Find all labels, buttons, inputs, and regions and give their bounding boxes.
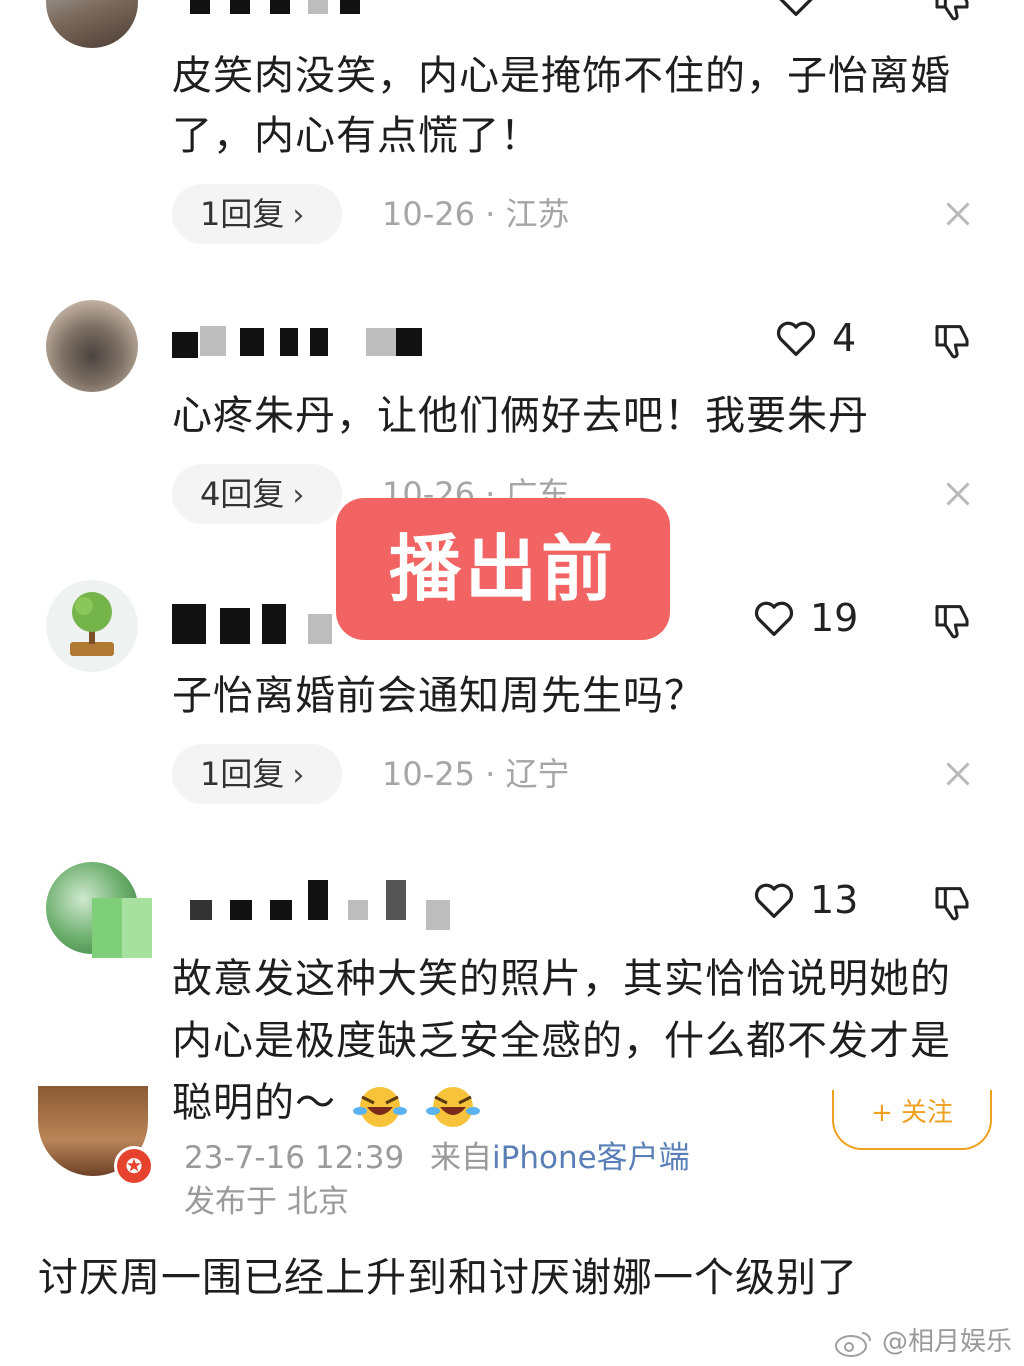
post-source-link[interactable]: iPhone客户端 [492,1140,690,1176]
comment-text: 子怡离婚前会通知周先生吗？ [172,673,705,719]
post-from-prefix: 来自 [430,1140,493,1176]
reply-label: 1回复 [200,195,285,233]
close-icon[interactable] [940,196,976,232]
heart-icon[interactable] [752,880,796,920]
reply-button[interactable]: 1回复 › [172,184,342,244]
reply-label: 1回复 [200,755,285,793]
heart-icon[interactable] [774,0,818,18]
heart-icon[interactable] [774,318,818,358]
weibo-logo [834,1331,871,1357]
masked-username [172,322,432,362]
like-count: 4 [832,316,857,360]
comment-text: 皮笑肉没笑，内心是掩饰不住的，子怡离婚了，内心有点慌了！ [172,53,951,159]
comment-text: 心疼朱丹，让他们俩好去吧！我要朱丹 [172,393,869,439]
heart-icon[interactable] [752,598,796,638]
close-icon[interactable] [940,756,976,792]
post-location: 发布于 北京 [184,1184,349,1220]
verified-badge: ✪ [114,1146,154,1186]
thumbs-down-icon[interactable] [930,882,974,922]
post-meta: 23-7-16 12:39 来自iPhone客户端 [184,1136,690,1180]
watermark: @相月娱乐 [834,1322,1012,1362]
comment-meta: 10-25 · 辽宁 [382,755,570,793]
thumbs-down-icon[interactable] [930,0,974,22]
masked-username [190,0,390,20]
chevron-right-icon: › [292,198,305,233]
chevron-right-icon: › [292,758,305,793]
avatar[interactable] [46,0,138,48]
like-count: 19 [810,596,859,640]
laughing-crying-emoji [423,1081,483,1129]
avatar-mosaic [92,898,152,958]
thumbs-down-icon[interactable] [930,320,974,360]
follow-button[interactable]: + 关注 [832,1090,992,1150]
avatar[interactable] [46,580,138,672]
chevron-right-icon: › [292,478,305,513]
tree-icon [70,592,114,656]
avatar[interactable] [46,300,138,392]
watermark-text: @相月娱乐 [881,1327,1012,1357]
comment-meta: 10-26 · 江苏 [382,195,570,233]
reply-button[interactable]: 1回复 › [172,744,342,804]
caption: 讨厌周一围已经上升到和讨厌谢娜一个级别了 [38,1255,858,1301]
reply-label: 4回复 [200,475,285,513]
reply-button[interactable]: 4回复 › [172,464,342,524]
like-count: 13 [810,878,859,922]
post-time: 23-7-16 12:39 [184,1140,405,1176]
stamp-label: 播出前 [336,498,670,640]
masked-username [190,880,470,930]
close-icon[interactable] [940,476,976,512]
laughing-crying-emoji [350,1081,410,1129]
thumbs-down-icon[interactable] [930,600,974,640]
